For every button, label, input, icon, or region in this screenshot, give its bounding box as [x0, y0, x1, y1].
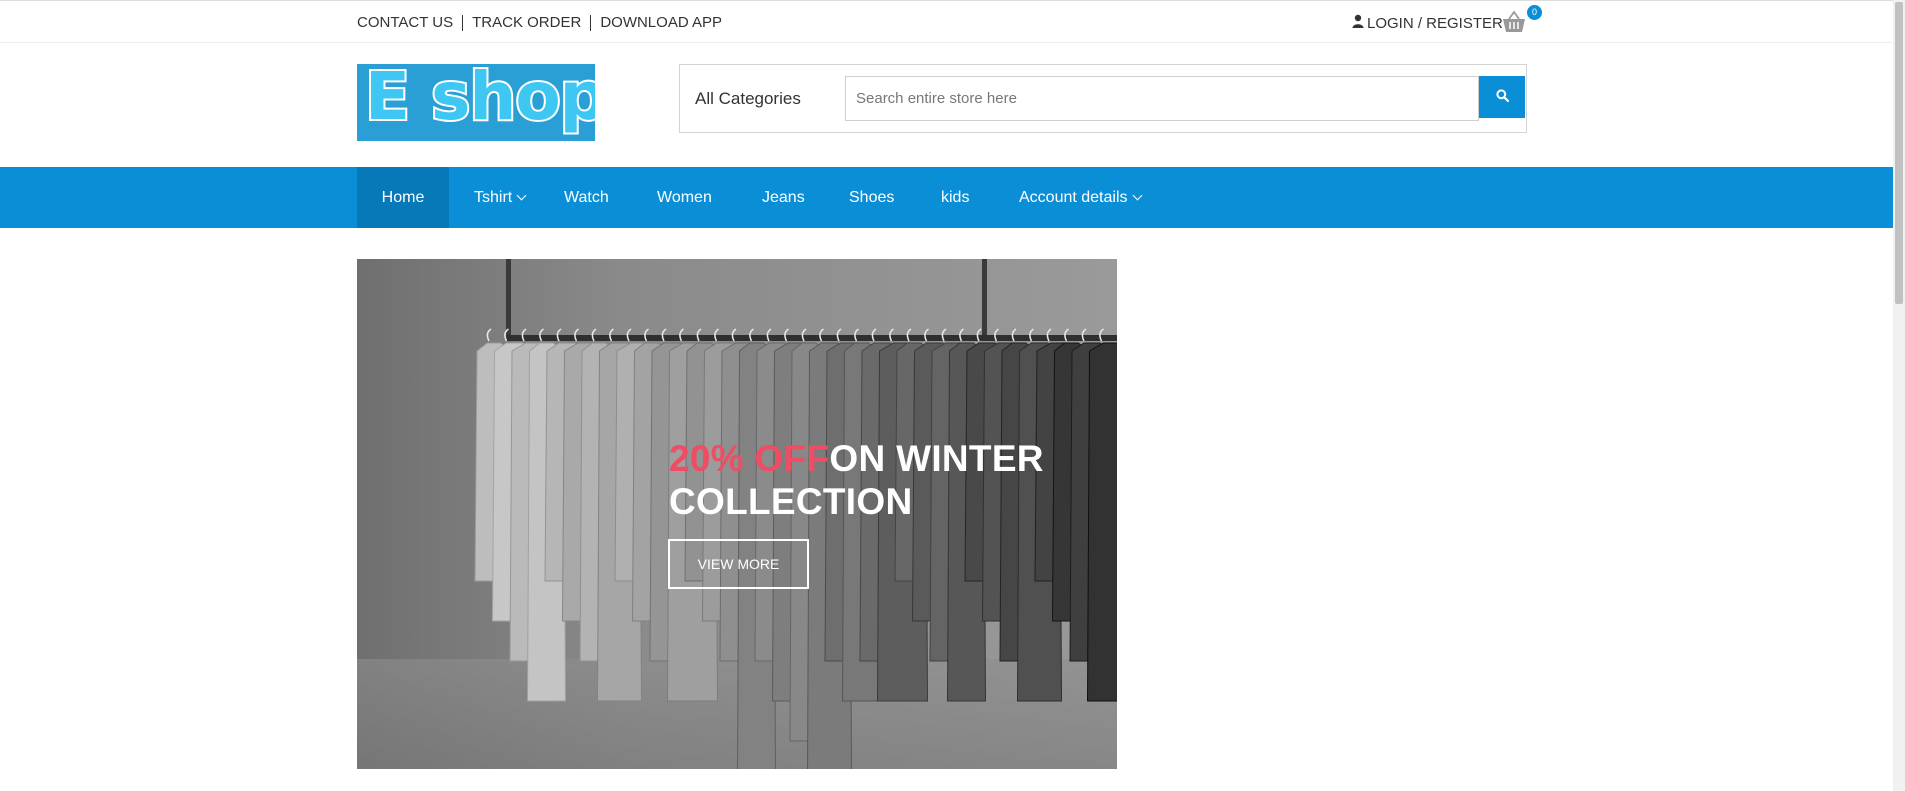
main-nav: Home Tshirt Watch Women Jeans Shoes kids…: [0, 167, 1893, 228]
hero-banner: 20% OFFON WINTER COLLECTION VIEW MORE: [357, 259, 1117, 769]
nav-item-shoes[interactable]: Shoes: [849, 167, 894, 228]
nav-item-kids[interactable]: kids: [941, 167, 969, 228]
nav-label: Account details: [1019, 189, 1128, 206]
basket-icon: [1501, 10, 1527, 39]
nav-item-watch[interactable]: Watch: [564, 167, 609, 228]
search-icon: [1495, 89, 1509, 105]
search-bar: All Categories: [679, 64, 1527, 133]
contact-us-link[interactable]: CONTACT US: [357, 14, 453, 31]
nav-item-account-details[interactable]: Account details: [1019, 167, 1142, 228]
top-links: CONTACT US TRACK ORDER DOWNLOAD APP: [357, 14, 722, 31]
divider: [590, 14, 592, 31]
nav-item-tshirt[interactable]: Tshirt: [474, 167, 527, 228]
headline-line-2: COLLECTION: [669, 481, 913, 522]
category-select[interactable]: All Categories: [695, 89, 801, 109]
nav-item-home[interactable]: Home: [357, 167, 449, 228]
nav-label: Women: [657, 189, 712, 206]
nav-label: Jeans: [762, 189, 805, 206]
login-register-label: LOGIN / REGISTER: [1367, 14, 1503, 32]
login-register-link[interactable]: LOGIN / REGISTER: [1352, 14, 1503, 32]
page-scrollbar[interactable]: [1893, 0, 1905, 791]
banner-headline: 20% OFFON WINTER COLLECTION: [669, 437, 1044, 523]
cart-button[interactable]: [1501, 9, 1527, 35]
nav-label: Tshirt: [474, 189, 513, 206]
view-more-button[interactable]: VIEW MORE: [668, 539, 809, 589]
download-app-link[interactable]: DOWNLOAD APP: [600, 14, 722, 31]
headline-text: ON WINTER: [829, 438, 1044, 479]
nav-item-women[interactable]: Women: [657, 167, 712, 228]
nav-label: Shoes: [849, 189, 895, 206]
discount-text: 20% OFF: [669, 438, 830, 479]
search-button[interactable]: [1479, 76, 1525, 118]
search-input[interactable]: [845, 76, 1479, 121]
logo-text: E shop: [363, 64, 595, 137]
track-order-link[interactable]: TRACK ORDER: [472, 14, 581, 31]
nav-label: Watch: [564, 189, 609, 206]
chevron-down-icon: [1132, 190, 1142, 201]
top-bar: CONTACT US TRACK ORDER DOWNLOAD APP LOGI…: [0, 0, 1893, 43]
nav-item-jeans[interactable]: Jeans: [762, 167, 805, 228]
divider: [462, 14, 464, 31]
user-icon: [1352, 14, 1364, 32]
chevron-down-icon: [516, 190, 527, 201]
nav-label: kids: [941, 189, 970, 206]
nav-label: Home: [381, 189, 425, 206]
scrollbar-thumb[interactable]: [1895, 2, 1903, 304]
logo[interactable]: E shop: [357, 64, 595, 141]
cart-count-badge: 0: [1527, 5, 1542, 20]
